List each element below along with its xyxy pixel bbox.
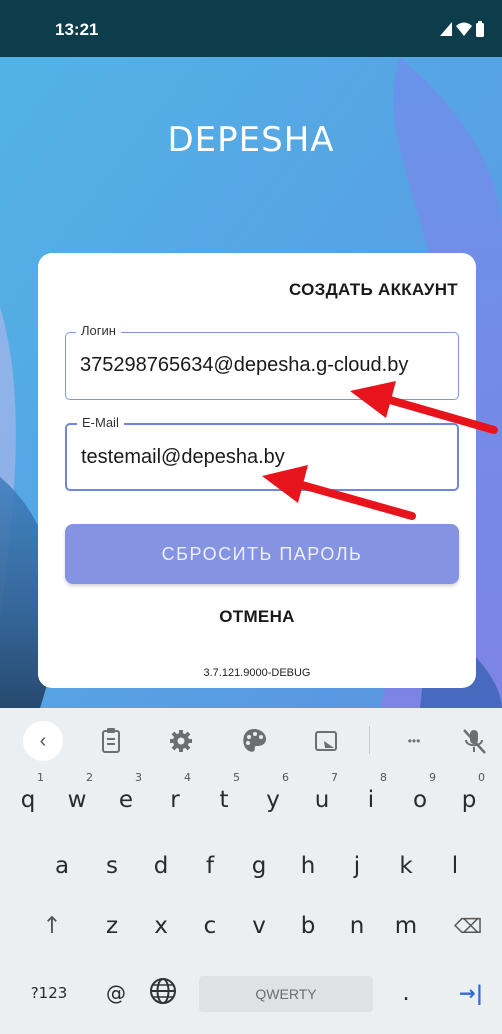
key-x[interactable]: x (141, 900, 181, 952)
reset-password-card: СОЗДАТЬ АККАУНТ Логин 375298765634@depes… (38, 253, 476, 688)
key-i[interactable]: i8 (351, 771, 391, 826)
key-l[interactable]: l (435, 840, 475, 892)
space-key[interactable]: QWERTY (199, 976, 373, 1012)
key-u[interactable]: u7 (302, 771, 342, 826)
key-k[interactable]: k (386, 840, 426, 892)
settings-icon[interactable] (165, 725, 197, 757)
cancel-button[interactable]: ОТМЕНА (38, 607, 476, 627)
login-input[interactable]: 375298765634@depesha.g-cloud.by (80, 354, 448, 377)
key-f[interactable]: f (190, 840, 230, 892)
key-j[interactable]: j (337, 840, 377, 892)
status-icons (440, 21, 484, 37)
key-r[interactable]: r4 (155, 771, 195, 826)
keyboard-toolbar: ‹ ••• (0, 708, 502, 772)
key-b[interactable]: b (288, 900, 328, 952)
clipboard-icon[interactable] (95, 725, 127, 757)
globe-icon[interactable] (148, 976, 178, 1006)
app-screen: 13:21 DEPESHA СОЗДАТЬ АККАУНТ Логин 3752… (0, 0, 502, 1034)
status-time: 13:21 (55, 20, 99, 39)
symbols-key[interactable]: ?123 (26, 967, 72, 1019)
key-t[interactable]: t5 (204, 771, 244, 826)
key-d[interactable]: d (141, 840, 181, 892)
status-bar: 13:21 (0, 0, 502, 57)
key-z[interactable]: z (92, 900, 132, 952)
login-field-label: Логин (76, 323, 121, 338)
key-m[interactable]: m (386, 900, 426, 952)
key-w[interactable]: w2 (57, 771, 97, 826)
backspace-key[interactable]: ⌫ (448, 900, 488, 952)
create-account-link[interactable]: СОЗДАТЬ АККАУНТ (289, 280, 458, 300)
key-c[interactable]: c (190, 900, 230, 952)
palette-icon[interactable] (238, 725, 270, 757)
more-icon[interactable]: ••• (398, 725, 430, 757)
key-p[interactable]: p0 (449, 771, 489, 826)
mic-off-icon[interactable] (458, 725, 490, 757)
key-v[interactable]: v (239, 900, 279, 952)
key-y[interactable]: y6 (253, 771, 293, 826)
reset-password-button[interactable]: СБРОСИТЬ ПАРОЛЬ (65, 524, 459, 584)
key-h[interactable]: h (288, 840, 328, 892)
shift-key[interactable]: ↑ (32, 900, 72, 952)
email-input[interactable]: testemail@depesha.by (81, 446, 447, 469)
back-icon[interactable]: ‹ (23, 721, 63, 761)
key-e[interactable]: e3 (106, 771, 146, 826)
soft-keyboard: ‹ ••• q 1 w 2 e 3 r 4 t 5 y 6 u 7 i 8 o … (0, 708, 502, 1034)
period-key[interactable]: . (386, 967, 426, 1019)
enter-key[interactable]: →| (446, 967, 496, 1019)
email-field-label: E-Mail (77, 415, 124, 430)
key-s[interactable]: s (92, 840, 132, 892)
wifi-icon (456, 22, 472, 36)
app-logo: DEPESHA (167, 120, 335, 160)
battery-icon (476, 23, 484, 37)
key-g[interactable]: g (239, 840, 279, 892)
login-field[interactable]: Логин 375298765634@depesha.g-cloud.by (65, 323, 459, 400)
at-key[interactable]: @ (96, 967, 136, 1019)
key-q[interactable]: q1 (8, 771, 48, 826)
key-o[interactable]: o9 (400, 771, 440, 826)
version-label: 3.7.121.9000-DEBUG (203, 667, 311, 679)
key-n[interactable]: n (337, 900, 377, 952)
email-field[interactable]: E-Mail testemail@depesha.by (65, 415, 459, 491)
resize-icon[interactable] (310, 725, 342, 757)
key-a[interactable]: a (42, 840, 82, 892)
signal-icon (440, 22, 452, 36)
toolbar-divider (369, 726, 370, 754)
